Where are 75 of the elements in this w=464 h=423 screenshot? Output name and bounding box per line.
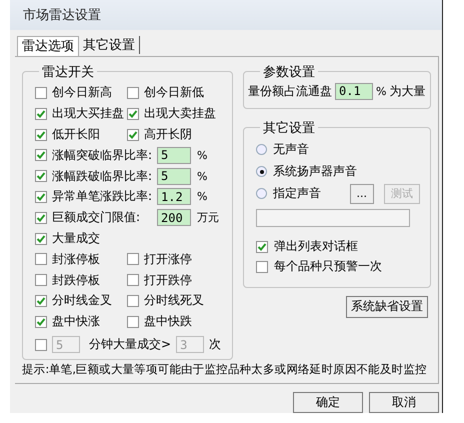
checkbox-label: 分时线死叉	[144, 292, 204, 310]
checkbox[interactable]	[127, 316, 139, 328]
checkbox[interactable]	[127, 274, 139, 286]
defaults-button[interactable]: 系统缺省设置	[346, 296, 428, 318]
dialog-button[interactable]: 取消	[369, 392, 439, 413]
checkbox-label: 出现大买挂盘	[52, 105, 124, 122]
checkbox-label: 打开涨停	[144, 250, 192, 268]
checkbox-label: 大量成交	[52, 230, 100, 248]
checkbox[interactable]	[35, 212, 47, 224]
tab[interactable]: 雷达选项	[17, 36, 79, 56]
input-field[interactable]: 1.2	[157, 188, 191, 206]
checkbox[interactable]	[35, 170, 47, 182]
checkbox-label: 弹出列表对话框	[274, 238, 358, 256]
checkbox-label: 涨幅跌破临界比率:	[52, 168, 154, 185]
input-field[interactable]: 5	[157, 146, 191, 164]
radio-label: 无声音	[273, 141, 309, 158]
checkbox-label: 创今日新低	[144, 84, 204, 102]
checkbox-label: 分时线金叉	[52, 292, 112, 310]
group-title: 参数设置	[262, 64, 316, 81]
checkbox-label: 每个品种只预警一次	[274, 258, 382, 276]
checkbox-label: 盘中快涨	[52, 313, 100, 330]
hint-text: 提示:单笔,巨额或大量等项可能由于监控品种太多或网络延时原因不能及时监控	[22, 362, 428, 377]
checkbox[interactable]	[35, 108, 47, 120]
unit-label: %	[376, 84, 386, 98]
checkbox-label: 盘中快跌	[144, 313, 192, 330]
checkbox[interactable]	[35, 294, 47, 307]
checkbox[interactable]	[256, 240, 268, 253]
field-label: 分钟大量成交>	[89, 336, 172, 354]
checkbox-label: 打开跌停	[144, 272, 192, 289]
checkbox-label: 封涨停板	[52, 250, 100, 268]
checkbox[interactable]	[35, 338, 47, 351]
checkbox[interactable]	[35, 190, 47, 203]
checkbox[interactable]	[35, 149, 47, 162]
radio-button[interactable]	[256, 188, 267, 200]
checkbox[interactable]	[35, 316, 47, 328]
checkbox-label: 封跌停板	[52, 272, 100, 289]
unit-label: %	[197, 170, 208, 183]
window-title: 市场雷达设置	[23, 6, 101, 24]
checkbox[interactable]	[127, 86, 139, 99]
group-title: 其它设置	[262, 120, 316, 137]
checkbox[interactable]	[35, 232, 47, 245]
radio-label: 指定声音	[273, 185, 321, 202]
group-title: 雷达开关	[41, 64, 95, 81]
checkbox-label: 涨幅突破临界比率:	[52, 146, 154, 164]
unit-label: 次	[209, 336, 222, 354]
checkbox[interactable]	[127, 108, 139, 120]
checkbox-label: 异常单笔涨跌比率:	[52, 188, 154, 206]
checkbox[interactable]	[35, 253, 47, 266]
input-field[interactable]: 200	[157, 209, 191, 226]
unit-label: %	[197, 190, 208, 204]
tab[interactable]: 其它设置	[79, 36, 140, 54]
radio-button[interactable]	[256, 166, 267, 178]
checkbox-label: 创今日新高	[52, 84, 112, 102]
field-label: 量份额占流通盘	[248, 82, 332, 100]
input-field[interactable]	[256, 208, 410, 227]
checkbox[interactable]	[35, 274, 47, 286]
checkbox-label: 巨额成交门限值:	[52, 209, 142, 226]
browse-button[interactable]: ...	[350, 184, 374, 204]
checkbox-label: 低开长阳	[52, 126, 100, 144]
unit-label: %	[197, 148, 208, 162]
field-label: 为大量	[389, 82, 426, 100]
checkbox[interactable]	[127, 294, 139, 307]
checkbox[interactable]	[256, 260, 268, 273]
radio-label: 系统扬声器声音	[273, 163, 357, 180]
radio-button[interactable]	[256, 144, 267, 156]
unit-label: 万元	[197, 210, 219, 226]
checkbox[interactable]	[35, 86, 47, 99]
dialog-button[interactable]: 确定	[293, 392, 363, 413]
checkbox-label: 出现大卖挂盘	[144, 105, 216, 122]
checkbox[interactable]	[127, 253, 139, 266]
checkbox[interactable]	[127, 128, 139, 141]
input-field[interactable]: 5	[157, 168, 191, 185]
checkbox[interactable]	[35, 128, 47, 141]
input-field[interactable]: 0.1	[335, 82, 373, 100]
checkbox-label: 高开长阴	[144, 126, 192, 144]
